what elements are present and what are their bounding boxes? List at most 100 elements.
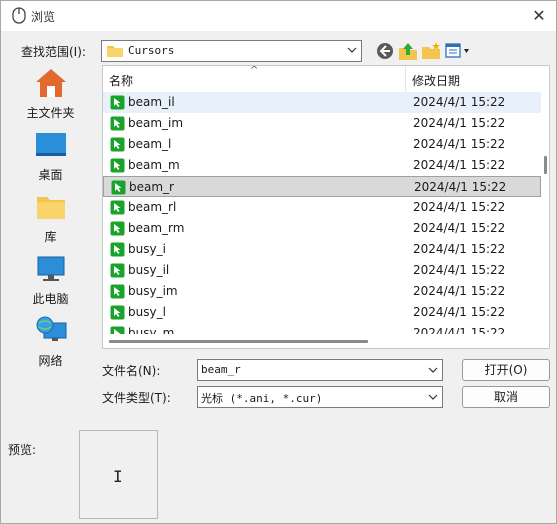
- place-this-pc-label: 此电脑: [32, 292, 69, 306]
- file-name: beam_il: [128, 95, 175, 109]
- file-date: 2024/4/1 15:22: [413, 305, 506, 319]
- place-home-label: 主文件夹: [26, 106, 75, 120]
- cursor-file-icon: [110, 95, 125, 110]
- file-row[interactable]: beam_rl 2024/4/1 15:22: [103, 197, 541, 218]
- file-date: 2024/4/1 15:22: [413, 95, 506, 109]
- file-name: beam_rm: [128, 221, 185, 235]
- filetype-label: 文件类型(T):: [102, 391, 171, 405]
- file-row[interactable]: busy_m 2024/4/1 15:22: [103, 323, 541, 334]
- file-name: busy_il: [128, 263, 170, 277]
- window-title: 浏览: [31, 10, 56, 24]
- filetype-value: 光标 (*.ani, *.cur): [201, 392, 323, 405]
- file-date: 2024/4/1 15:22: [413, 284, 506, 298]
- title-bar: 浏览 ✕: [1, 1, 556, 31]
- open-button[interactable]: 打开(O): [462, 359, 550, 381]
- view-menu-icon: [445, 43, 469, 58]
- column-modified[interactable]: 修改日期: [412, 72, 460, 89]
- chevron-down-icon: [347, 47, 357, 53]
- file-list[interactable]: ^ 名称 修改日期 beam_il 2024/4/1 15:22 beam_im 20…: [102, 65, 550, 349]
- file-date: 2024/4/1 15:22: [413, 221, 506, 235]
- filetype-select[interactable]: 光标 (*.ani, *.cur): [197, 386, 443, 408]
- place-network-label: 网络: [38, 354, 63, 368]
- file-row[interactable]: busy_l 2024/4/1 15:22: [103, 302, 541, 323]
- file-date: 2024/4/1 15:22: [413, 137, 506, 151]
- cursor-file-icon: [110, 158, 125, 173]
- chevron-down-icon: [428, 394, 438, 400]
- horizontal-scroll-thumb[interactable]: [109, 340, 368, 343]
- up-folder-button[interactable]: [398, 41, 418, 61]
- file-date: 2024/4/1 15:22: [413, 116, 506, 130]
- view-menu-button[interactable]: [445, 41, 473, 61]
- file-name: busy_m: [128, 326, 175, 334]
- back-button[interactable]: [375, 41, 395, 61]
- file-date: 2024/4/1 15:22: [413, 200, 506, 214]
- cursor-file-icon: [110, 305, 125, 320]
- file-row[interactable]: beam_l 2024/4/1 15:22: [103, 134, 541, 155]
- filename-label: 文件名(N):: [102, 364, 161, 378]
- file-name: beam_rl: [128, 200, 177, 214]
- chevron-down-icon: [428, 367, 438, 373]
- cursor-file-icon: [110, 200, 125, 215]
- folder-icon: [107, 46, 123, 57]
- column-header: ^ 名称 修改日期: [103, 66, 549, 92]
- ibeam-cursor-icon: I: [113, 467, 123, 486]
- desktop-icon: [36, 133, 66, 156]
- file-row[interactable]: beam_r 2024/4/1 15:22: [103, 176, 541, 197]
- filename-field[interactable]: beam_r: [197, 359, 443, 381]
- column-name[interactable]: 名称: [109, 72, 133, 89]
- preview-label: 预览:: [8, 443, 37, 457]
- file-name: busy_i: [128, 242, 166, 256]
- cancel-button[interactable]: 取消: [462, 386, 550, 408]
- new-folder-button[interactable]: [421, 41, 441, 61]
- cursor-file-icon: [110, 116, 125, 131]
- file-date: 2024/4/1 15:22: [413, 242, 506, 256]
- vertical-scrollbar[interactable]: [541, 92, 549, 334]
- cursor-file-icon: [110, 263, 125, 278]
- file-name: beam_l: [128, 137, 172, 151]
- this-pc-icon: [37, 256, 65, 281]
- cursor-file-icon: [110, 242, 125, 257]
- cursor-file-icon: [110, 284, 125, 299]
- file-date: 2024/4/1 15:22: [413, 158, 506, 172]
- mouse-app-icon: [12, 7, 26, 24]
- browse-dialog: 浏览 ✕ 查找范围(I): Cursors 主文件夹 桌面 库 此电脑 网络 ^…: [0, 0, 557, 524]
- file-date: 2024/4/1 15:22: [413, 263, 506, 277]
- file-name: busy_l: [128, 305, 166, 319]
- file-name: beam_m: [128, 158, 180, 172]
- lookin-value: Cursors: [128, 44, 175, 57]
- lookin-combo[interactable]: Cursors: [101, 40, 362, 62]
- file-row[interactable]: beam_m 2024/4/1 15:22: [103, 155, 541, 176]
- up-folder-icon: [399, 43, 417, 60]
- column-divider[interactable]: [405, 66, 406, 92]
- file-row[interactable]: beam_im 2024/4/1 15:22: [103, 113, 541, 134]
- file-row[interactable]: beam_il 2024/4/1 15:22: [103, 92, 541, 113]
- file-row[interactable]: busy_il 2024/4/1 15:22: [103, 260, 541, 281]
- cursor-file-icon: [110, 326, 125, 334]
- vertical-scroll-thumb[interactable]: [544, 156, 547, 174]
- file-name: busy_im: [128, 284, 178, 298]
- file-name: beam_im: [128, 116, 184, 130]
- home-icon: [36, 69, 66, 97]
- cursor-file-icon: [110, 137, 125, 152]
- horizontal-scrollbar[interactable]: [103, 334, 541, 348]
- place-network[interactable]: 网络: [2, 315, 99, 373]
- cursor-file-icon: [111, 180, 126, 195]
- close-button[interactable]: ✕: [528, 5, 550, 27]
- file-row[interactable]: busy_im 2024/4/1 15:22: [103, 281, 541, 302]
- new-folder-icon: [422, 42, 440, 59]
- back-icon: [377, 43, 393, 59]
- sort-ascending-icon: ^: [250, 65, 259, 76]
- file-name: beam_r: [129, 180, 174, 194]
- place-desktop-label: 桌面: [38, 168, 63, 182]
- preview-box: I: [79, 430, 158, 519]
- file-date: 2024/4/1 15:22: [413, 326, 506, 334]
- place-this-pc[interactable]: 此电脑: [2, 253, 99, 311]
- file-date: 2024/4/1 15:22: [414, 180, 507, 194]
- file-row[interactable]: busy_i 2024/4/1 15:22: [103, 239, 541, 260]
- file-row[interactable]: beam_rm 2024/4/1 15:22: [103, 218, 541, 239]
- place-library[interactable]: 库: [2, 191, 99, 249]
- place-desktop[interactable]: 桌面: [2, 129, 99, 187]
- place-home[interactable]: 主文件夹: [2, 67, 99, 125]
- file-rows: beam_il 2024/4/1 15:22 beam_im 2024/4/1 15:…: [103, 92, 541, 334]
- library-icon: [37, 197, 65, 219]
